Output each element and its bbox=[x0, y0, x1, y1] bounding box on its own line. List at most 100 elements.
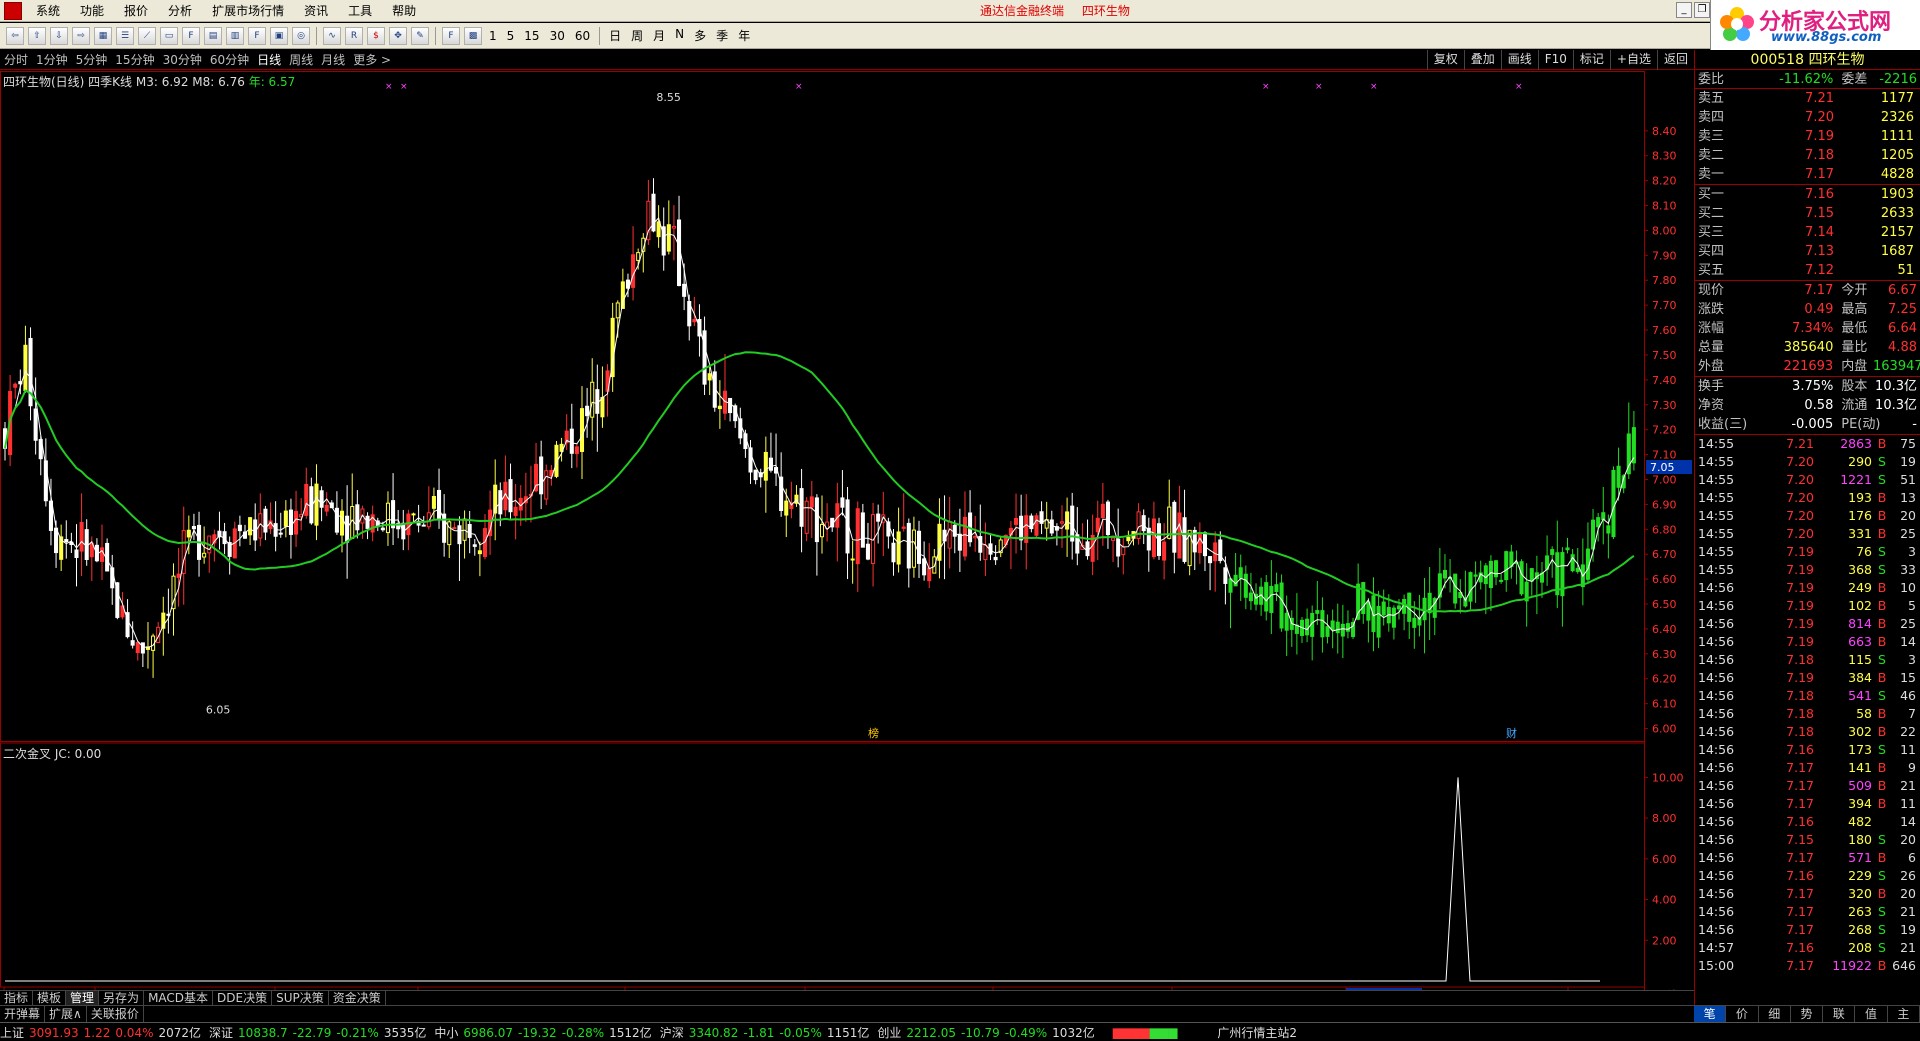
menu-item-0[interactable]: 系统 bbox=[26, 2, 70, 19]
tick-row[interactable]: 14:56 7.17 320 B 20 bbox=[1695, 885, 1920, 903]
chart-tool-3[interactable]: F10 bbox=[1537, 50, 1573, 70]
tab-quote-0[interactable]: 笔 bbox=[1694, 1006, 1727, 1022]
tick-row[interactable]: 14:55 7.19 368 S 33 bbox=[1695, 561, 1920, 579]
kline-chart[interactable]: 8.40 8.30 8.20 8.10 8.00 7.90 7.80 7.70 7.60 7.50… bbox=[0, 71, 1694, 991]
tab-extra-1[interactable]: 扩展∧ bbox=[45, 1006, 87, 1022]
tab-extra-2[interactable]: 关联报价 bbox=[87, 1006, 144, 1022]
target-icon[interactable]: ◎ bbox=[292, 26, 310, 45]
tick-row[interactable]: 14:56 7.16 229 S 26 bbox=[1695, 867, 1920, 885]
f10-icon[interactable]: F bbox=[182, 26, 200, 45]
tick-row[interactable]: 15:00 7.17 11922 B 646 bbox=[1695, 957, 1920, 975]
period-button-1[interactable]: 周 bbox=[626, 27, 648, 44]
menu-item-3[interactable]: 分析 bbox=[158, 2, 202, 19]
sell-row-0[interactable]: 卖五 7.21 1177 bbox=[1695, 89, 1920, 108]
tick-row[interactable]: 14:56 7.17 394 B 11 bbox=[1695, 795, 1920, 813]
tab-quote-3[interactable]: 势 bbox=[1791, 1006, 1824, 1022]
tab-indicator-2[interactable]: 管理 bbox=[66, 991, 100, 1005]
back-icon[interactable]: ⇦ bbox=[6, 26, 24, 45]
tick-row[interactable]: 14:57 7.16 208 S 21 bbox=[1695, 939, 1920, 957]
tab-quote-6[interactable]: 主 bbox=[1888, 1006, 1920, 1022]
restore-icon[interactable]: ❐ bbox=[1694, 2, 1710, 18]
tick-row[interactable]: 14:56 7.15 180 S 20 bbox=[1695, 831, 1920, 849]
line-chart-icon[interactable]: ⟋ bbox=[138, 26, 156, 45]
tick-list[interactable]: 14:55 7.21 2863 B 75 14:55 7.20 290 S 19 14:55 7.20… bbox=[1695, 435, 1920, 975]
tab-extra-0[interactable]: 开弹幕 bbox=[0, 1006, 46, 1022]
chart-tool-0[interactable]: 复权 bbox=[1426, 50, 1464, 70]
tick-row[interactable]: 14:56 7.19 384 B 15 bbox=[1695, 669, 1920, 687]
menu-item-6[interactable]: 工具 bbox=[338, 2, 382, 19]
rsi-icon[interactable]: R bbox=[345, 26, 363, 45]
tab-quote-2[interactable]: 细 bbox=[1759, 1006, 1791, 1022]
buy-row-0[interactable]: 买一 7.16 1903 bbox=[1695, 185, 1920, 204]
period-button-2[interactable]: 月 bbox=[648, 27, 670, 44]
tab-indicator-5[interactable]: DDE决策 bbox=[213, 991, 273, 1005]
tab-quote-5[interactable]: 值 bbox=[1855, 1006, 1888, 1022]
wave-icon[interactable]: ∿ bbox=[323, 26, 341, 45]
index-1[interactable]: 深证 10838.7 -22.79 -0.21% 3535亿 bbox=[209, 1024, 426, 1041]
tick-row[interactable]: 14:56 7.19 249 B 10 bbox=[1695, 579, 1920, 597]
menu-item-1[interactable]: 功能 bbox=[70, 2, 114, 19]
tick-row[interactable]: 14:56 7.18 58 B 7 bbox=[1695, 705, 1920, 723]
tick-row[interactable]: 14:55 7.20 331 B 25 bbox=[1695, 525, 1920, 543]
move-icon[interactable]: ✥ bbox=[389, 26, 407, 45]
tick-row[interactable]: 14:56 7.17 263 S 21 bbox=[1695, 903, 1920, 921]
tick-row[interactable]: 14:56 7.17 509 B 21 bbox=[1695, 777, 1920, 795]
down-icon[interactable]: ⇩ bbox=[50, 26, 68, 45]
index-3[interactable]: 沪深 3340.82 -1.81 -0.05% 1151亿 bbox=[660, 1024, 870, 1041]
chart-tool-2[interactable]: 画线 bbox=[1500, 50, 1538, 70]
tick-row[interactable]: 14:56 7.16 173 S 11 bbox=[1695, 741, 1920, 759]
minute-icon[interactable]: ▩ bbox=[464, 26, 482, 45]
tick-row[interactable]: 14:56 7.18 541 S 46 bbox=[1695, 687, 1920, 705]
tick-row[interactable]: 14:55 7.21 2863 B 75 bbox=[1695, 435, 1920, 453]
period-button-0[interactable]: 日 bbox=[604, 27, 626, 44]
image-icon[interactable]: ▣ bbox=[270, 26, 288, 45]
dollar-icon[interactable]: $ bbox=[367, 26, 385, 45]
pen-icon[interactable]: ✎ bbox=[411, 26, 429, 45]
minute-button-5[interactable]: 5 bbox=[502, 29, 520, 43]
grid-icon[interactable]: ▦ bbox=[94, 26, 112, 45]
tick-row[interactable]: 14:55 7.20 1221 S 51 bbox=[1695, 471, 1920, 489]
tab-indicator-1[interactable]: 模板 bbox=[33, 991, 67, 1005]
tab-indicator-7[interactable]: 资金决策 bbox=[329, 991, 386, 1005]
tick-row[interactable]: 14:56 7.19 663 B 14 bbox=[1695, 633, 1920, 651]
chart-tool-5[interactable]: +自选 bbox=[1609, 50, 1657, 70]
table-icon[interactable]: ▥ bbox=[226, 26, 244, 45]
sell-row-4[interactable]: 卖一 7.17 4828 bbox=[1695, 165, 1920, 184]
tab-period-1[interactable]: 1分钟 bbox=[32, 51, 72, 68]
index-4[interactable]: 创业 2212.05 -10.79 -0.49% 1032亿 bbox=[877, 1024, 1094, 1041]
index-0[interactable]: 上证 3091.93 1.22 0.04% 2072亿 bbox=[0, 1024, 201, 1041]
menu-item-2[interactable]: 报价 bbox=[114, 2, 158, 19]
tab-indicator-6[interactable]: SUP决策 bbox=[272, 991, 329, 1005]
tab-period-0[interactable]: 分时 bbox=[0, 51, 32, 68]
chart-area[interactable]: 8.40 8.30 8.20 8.10 8.00 7.90 7.80 7.70 7.60 7.50… bbox=[0, 71, 1694, 991]
period-button-3[interactable]: N bbox=[670, 27, 689, 44]
tab-period-9[interactable]: 更多 > bbox=[349, 51, 395, 68]
tab-period-6[interactable]: 日线 bbox=[253, 51, 285, 68]
up-icon[interactable]: ⇧ bbox=[28, 26, 46, 45]
tab-indicator-0[interactable]: 指标 bbox=[0, 991, 34, 1005]
tick-row[interactable]: 14:55 7.20 193 B 13 bbox=[1695, 489, 1920, 507]
period-button-6[interactable]: 年 bbox=[733, 27, 755, 44]
tab-period-2[interactable]: 5分钟 bbox=[72, 51, 112, 68]
sell-row-2[interactable]: 卖三 7.19 1111 bbox=[1695, 127, 1920, 146]
buy-row-4[interactable]: 买五 7.12 51 bbox=[1695, 261, 1920, 280]
period-button-5[interactable]: 季 bbox=[711, 27, 733, 44]
minute-button-1[interactable]: 1 bbox=[484, 29, 502, 43]
tick-row[interactable]: 14:56 7.18 302 B 22 bbox=[1695, 723, 1920, 741]
buy-row-1[interactable]: 买二 7.15 2633 bbox=[1695, 204, 1920, 223]
tab-period-8[interactable]: 月线 bbox=[317, 51, 349, 68]
fs-icon[interactable]: F bbox=[442, 26, 460, 45]
tab-period-4[interactable]: 30分钟 bbox=[159, 51, 206, 68]
tab-quote-1[interactable]: 价 bbox=[1726, 1006, 1759, 1022]
minute-button-15[interactable]: 15 bbox=[519, 29, 544, 43]
minute-button-30[interactable]: 30 bbox=[545, 29, 570, 43]
menu-item-5[interactable]: 资讯 bbox=[294, 2, 338, 19]
report-icon[interactable]: ▤ bbox=[204, 26, 222, 45]
period-button-4[interactable]: 多 bbox=[689, 27, 711, 44]
tick-row[interactable]: 14:56 7.16 482 14 bbox=[1695, 813, 1920, 831]
tab-period-7[interactable]: 周线 bbox=[285, 51, 317, 68]
tick-row[interactable]: 14:56 7.19 102 B 5 bbox=[1695, 597, 1920, 615]
tick-row[interactable]: 14:55 7.20 290 S 19 bbox=[1695, 453, 1920, 471]
buy-row-2[interactable]: 买三 7.14 2157 bbox=[1695, 223, 1920, 242]
tab-indicator-4[interactable]: MACD基本 bbox=[144, 991, 214, 1005]
